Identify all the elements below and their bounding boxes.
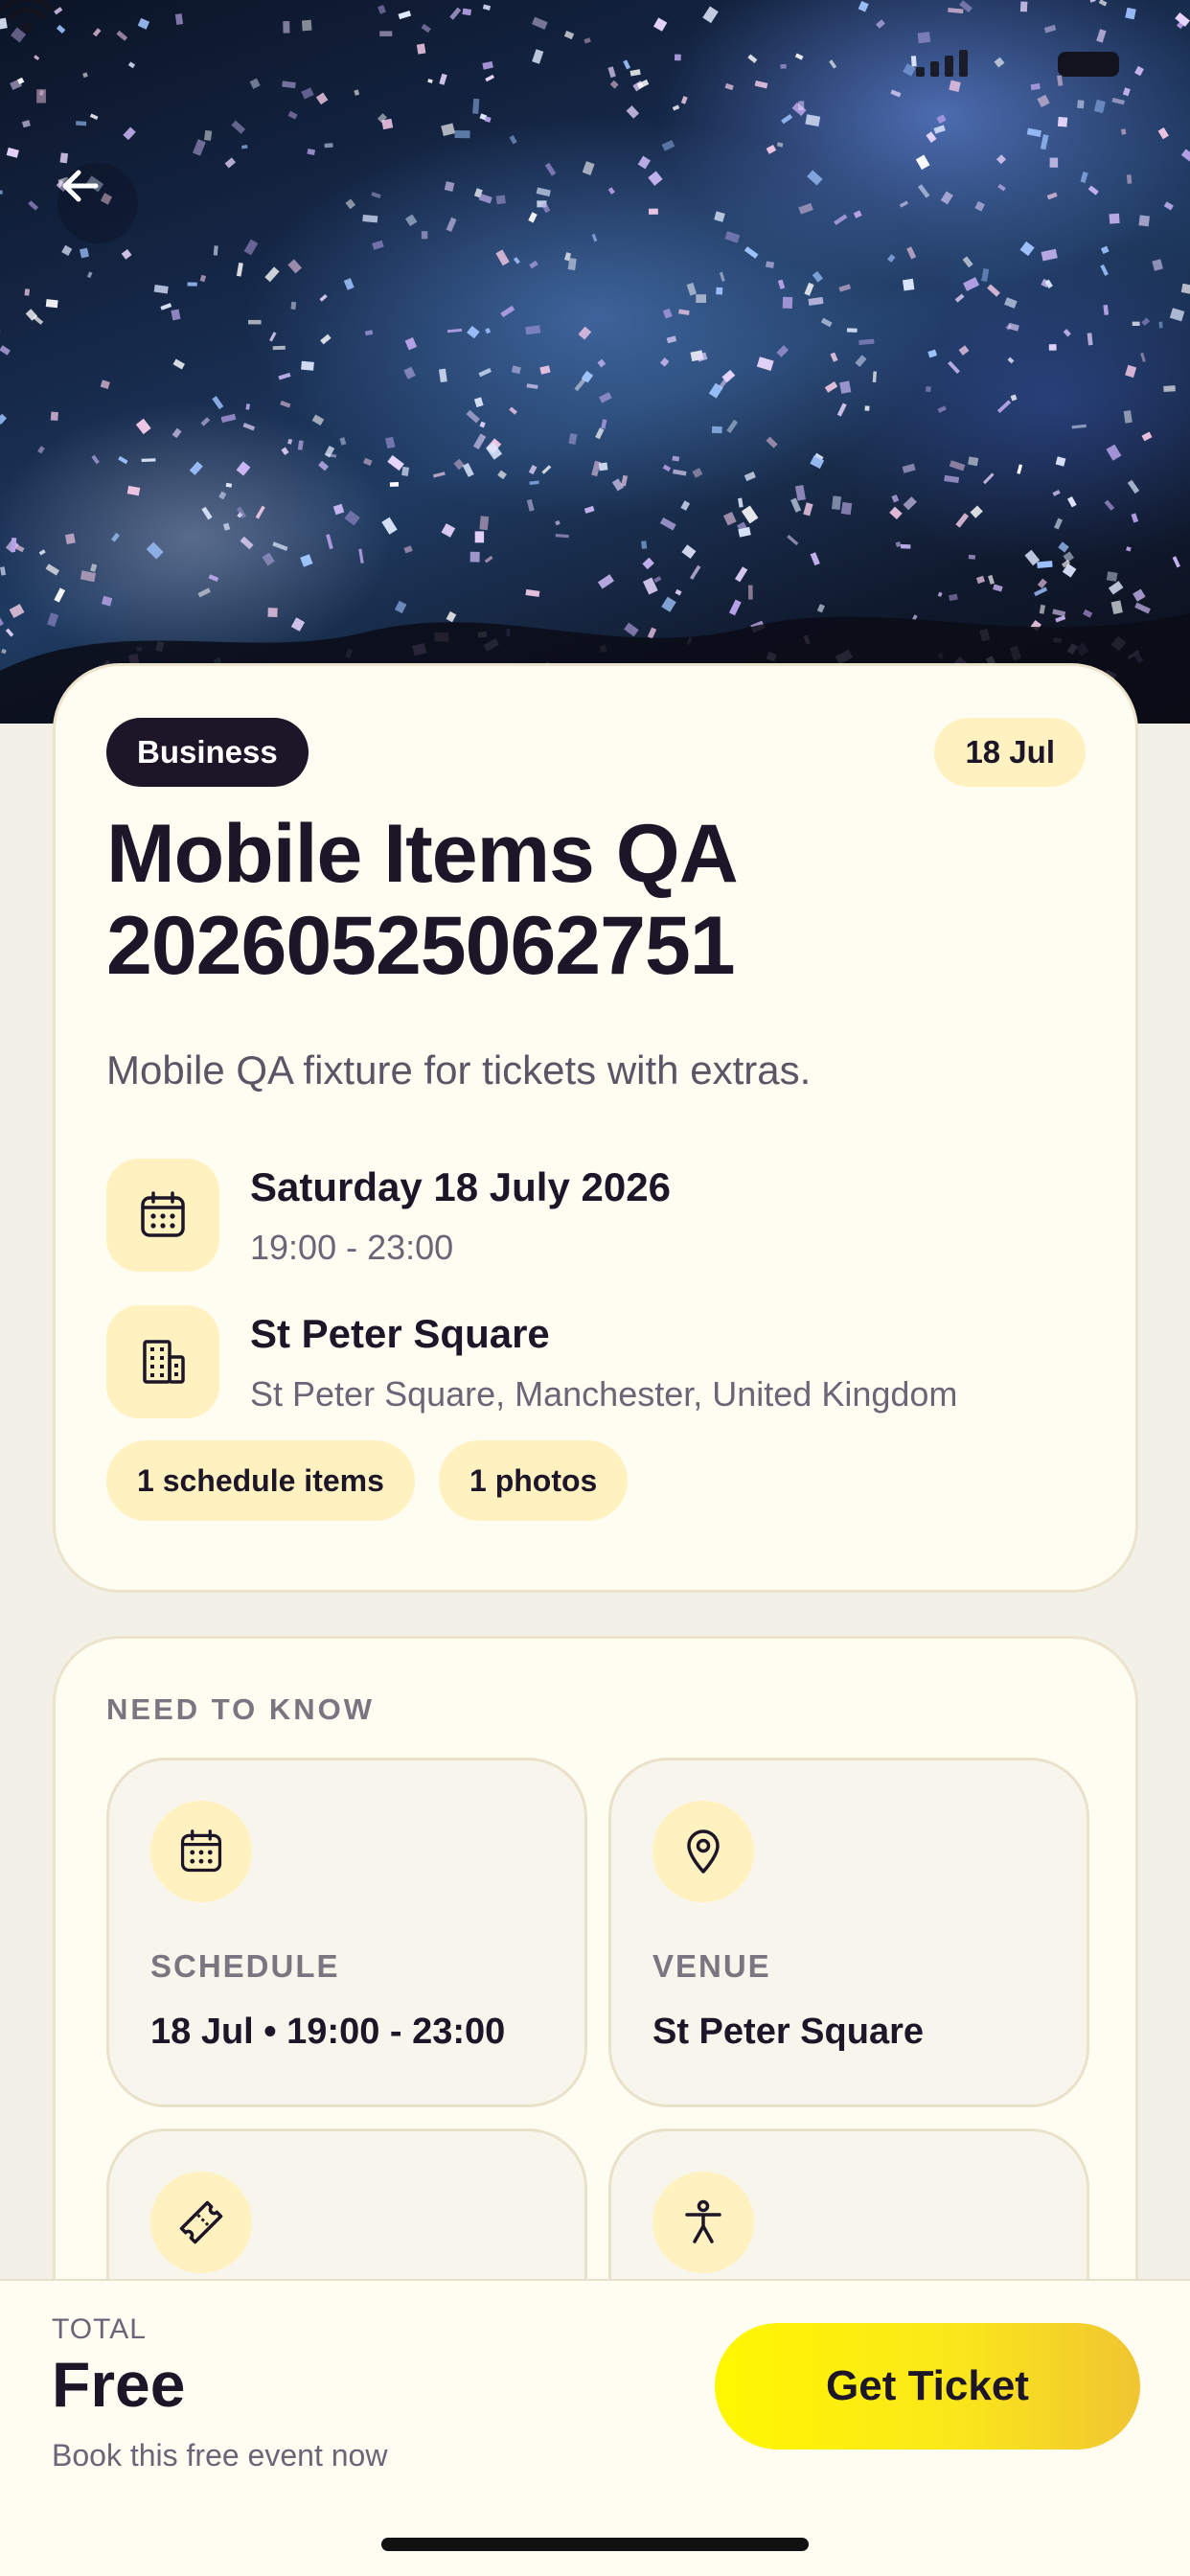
building-icon-tile: [106, 1305, 219, 1418]
schedule-tile[interactable]: SCHEDULE 18 Jul • 19:00 - 23:00: [106, 1758, 587, 2107]
photos-chip[interactable]: 1 photos: [439, 1440, 629, 1521]
date-badge: 18 Jul: [934, 718, 1086, 787]
event-description: Mobile QA fixture for tickets with extra…: [106, 1047, 812, 1092]
venue-tile[interactable]: VENUE St Peter Square: [608, 1758, 1089, 2107]
total-price: Free: [52, 2349, 186, 2420]
hero-image: [0, 0, 1190, 724]
calendar-icon: [141, 1191, 185, 1237]
calendar-icon-tile: [106, 1159, 219, 1272]
building-icon: [143, 1340, 185, 1384]
venue-label: VENUE: [652, 1948, 771, 1984]
event-time: 19:00 - 23:00: [250, 1228, 454, 1267]
ticket-icon: [179, 2200, 223, 2244]
calendar-icon: [180, 1829, 222, 1873]
home-indicator[interactable]: [381, 2538, 809, 2551]
accessibility-icon-badge: [652, 2172, 754, 2273]
back-button[interactable]: [57, 163, 138, 243]
get-ticket-button[interactable]: Get Ticket: [715, 2323, 1140, 2450]
need-to-know-heading: NEED TO KNOW: [106, 1692, 375, 1726]
schedule-label: SCHEDULE: [150, 1948, 340, 1984]
category-badge[interactable]: Business: [106, 718, 309, 787]
checkout-bar: TOTAL Free Book this free event now Get …: [0, 2279, 1190, 2576]
map-pin-icon: [687, 1829, 720, 1874]
total-subtext: Book this free event now: [52, 2438, 388, 2472]
accessibility-icon: [685, 2199, 721, 2243]
total-label: TOTAL: [52, 2313, 147, 2345]
ticket-icon-badge: [150, 2172, 252, 2273]
calendar-icon-badge: [150, 1801, 252, 1902]
event-card: Business 18 Jul Mobile Items QA 20260525…: [53, 663, 1138, 1593]
venue-name: St Peter Square: [250, 1311, 550, 1356]
event-title: Mobile Items QA 20260525062751: [106, 808, 736, 992]
map-pin-icon-badge: [652, 1801, 754, 1902]
arrow-left-icon: [62, 170, 99, 202]
event-date: Saturday 18 July 2026: [250, 1164, 671, 1209]
venue-value: St Peter Square: [652, 2012, 924, 2052]
status-bar: [0, 0, 1190, 125]
wifi-icon: [0, 0, 54, 34]
schedule-items-chip[interactable]: 1 schedule items: [106, 1440, 415, 1521]
schedule-value: 18 Jul • 19:00 - 23:00: [150, 2012, 506, 2052]
battery-icon: [1058, 52, 1119, 77]
venue-address: St Peter Square, Manchester, United King…: [250, 1374, 958, 1414]
signal-icon: [916, 50, 968, 77]
